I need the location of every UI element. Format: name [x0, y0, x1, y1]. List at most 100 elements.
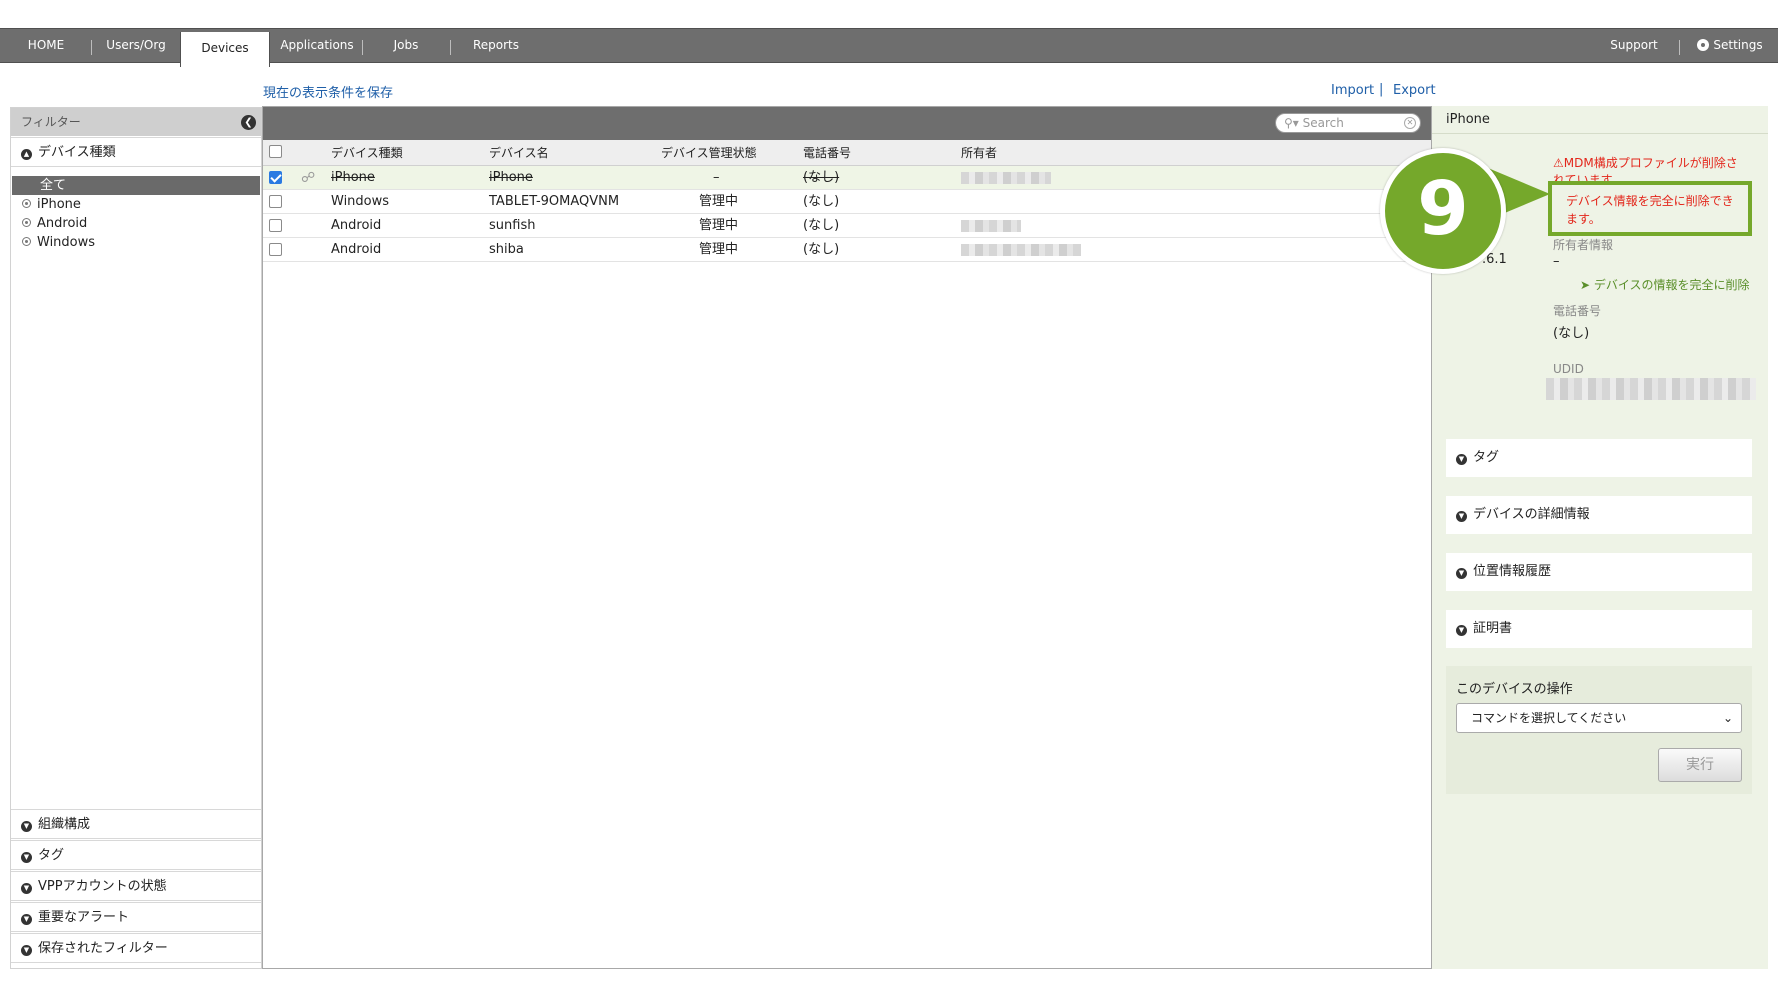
warning-icon: ⚠ [1553, 156, 1564, 170]
accordion-device-details[interactable]: ▼ デバイスの詳細情報 [1446, 496, 1752, 534]
filter-item-all[interactable]: 全て [12, 176, 260, 195]
chevron-down-icon: ▼ [21, 821, 32, 832]
step-badge: 9 [1380, 148, 1506, 274]
nav-jobs[interactable]: Jobs [378, 29, 434, 62]
column-management-status[interactable]: デバイス管理状態 [661, 140, 757, 166]
nav-home[interactable]: HOME [14, 29, 78, 62]
radio-icon [22, 218, 31, 227]
export-link[interactable]: Export [1393, 83, 1436, 98]
sidebar-section-saved-filters[interactable]: ▼ 保存されたフィルター [11, 933, 261, 963]
udid-label: UDID [1553, 362, 1584, 376]
table-row[interactable]: Windows TABLET-9OMAQVNM 管理中 (なし) [263, 190, 1431, 214]
cell-phone: (なし) [803, 194, 840, 209]
filter-item-windows[interactable]: Windows [12, 233, 260, 252]
owner-redacted [961, 220, 1021, 232]
collapse-sidebar-icon[interactable]: ❮ [241, 115, 256, 130]
sidebar-section-org[interactable]: ▼ 組織構成 [11, 809, 261, 839]
chevron-down-icon: ▼ [21, 852, 32, 863]
accordion-tag[interactable]: ▼ タグ [1446, 439, 1752, 477]
device-type-section-label: デバイス種類 [38, 145, 116, 160]
nav-settings-label: Settings [1713, 38, 1763, 52]
filter-item-iphone[interactable]: iPhone [12, 195, 260, 214]
table-toolbar: ⚲▾ Search ✕ [263, 107, 1431, 140]
table-row[interactable]: Android sunfish 管理中 (なし) [263, 214, 1431, 238]
chevron-down-icon: ▼ [1456, 454, 1467, 465]
chevron-down-icon: ▼ [1456, 625, 1467, 636]
cell-device-name: shiba [489, 242, 524, 257]
nav-reports[interactable]: Reports [466, 29, 526, 62]
sidebar-section-label: 重要なアラート [38, 910, 130, 925]
cell-device-name: TABLET-9OMAQVNM [489, 194, 620, 209]
row-checkbox[interactable] [269, 243, 282, 256]
command-select[interactable]: コマンドを選択してください ⌄ [1456, 703, 1742, 733]
cell-phone: (なし) [803, 170, 840, 185]
filter-title: フィルター [21, 115, 81, 129]
sidebar-section-alerts[interactable]: ▼ 重要なアラート [11, 902, 261, 932]
unlink-icon: ☍ [301, 170, 316, 186]
chevron-down-icon: ▼ [1456, 511, 1467, 522]
top-nav: HOME Users/Org Devices Applications Jobs… [0, 28, 1778, 67]
owner-redacted [961, 244, 1081, 256]
owner-label: 所有者情報 [1553, 238, 1614, 252]
sidebar-section-label: VPPアカウントの状態 [38, 879, 167, 894]
cell-device-type: Android [331, 218, 382, 233]
chevron-down-icon: ▼ [21, 914, 32, 925]
table-header: デバイス種類 デバイス名 デバイス管理状態 電話番号 所有者 [263, 140, 1431, 166]
chevron-up-icon: ▲ [21, 149, 32, 160]
accordion-location-history[interactable]: ▼ 位置情報履歴 [1446, 553, 1752, 591]
delete-device-link[interactable]: ➤ デバイスの情報を完全に削除 [1580, 276, 1750, 293]
highlight-box [1548, 181, 1752, 236]
cell-device-type: Windows [331, 194, 390, 209]
cell-device-name: sunfish [489, 218, 536, 233]
nav-devices[interactable]: Devices [180, 32, 270, 67]
owner-value: – [1553, 254, 1560, 269]
sidebar-section-tag[interactable]: ▼ タグ [11, 840, 261, 870]
search-placeholder: Search [1302, 116, 1344, 130]
accordion-certificates[interactable]: ▼ 証明書 [1446, 610, 1752, 648]
phone-label: 電話番号 [1553, 304, 1602, 318]
cell-status: 管理中 [699, 242, 739, 257]
chevron-down-icon: ▼ [1456, 568, 1467, 579]
select-all-checkbox[interactable] [269, 145, 282, 158]
row-checkbox[interactable] [269, 195, 282, 208]
cell-device-type: iPhone [331, 170, 375, 185]
import-link[interactable]: Import [1331, 83, 1374, 98]
search-input[interactable]: ⚲▾ Search ✕ [1275, 113, 1421, 133]
device-detail-title: iPhone [1432, 106, 1768, 134]
nav-separator [362, 40, 363, 55]
column-phone[interactable]: 電話番号 [803, 140, 851, 166]
execute-button[interactable]: 実行 [1658, 748, 1742, 782]
filter-item-android[interactable]: Android [12, 214, 260, 233]
sidebar-section-vpp[interactable]: ▼ VPPアカウントの状態 [11, 871, 261, 901]
nav-applications[interactable]: Applications [278, 29, 356, 62]
save-filter-link[interactable]: 現在の表示条件を保存 [263, 82, 393, 101]
column-device-type[interactable]: デバイス種類 [331, 140, 403, 166]
circle-arrow-icon: ➤ [1580, 278, 1591, 292]
row-checkbox[interactable] [269, 219, 282, 232]
device-type-section[interactable]: ▲ デバイス種類 [11, 137, 261, 167]
radio-icon [22, 199, 31, 208]
filter-item-label: Windows [37, 235, 96, 250]
clear-search-icon[interactable]: ✕ [1404, 117, 1416, 129]
device-operations: このデバイスの操作 コマンドを選択してください ⌄ 実行 [1446, 666, 1752, 794]
chevron-down-icon: ⌄ [1722, 711, 1733, 725]
table-row[interactable]: Android shiba 管理中 (なし) [263, 238, 1431, 262]
filter-item-label: Android [37, 216, 88, 231]
warning-line1: MDM構成プロファイルが削除さ [1563, 156, 1738, 170]
udid-redacted [1546, 378, 1756, 400]
nav-support[interactable]: Support [1604, 29, 1664, 62]
column-owner[interactable]: 所有者 [961, 140, 997, 166]
column-device-name[interactable]: デバイス名 [489, 140, 549, 166]
device-table-panel: ⚲▾ Search ✕ デバイス種類 デバイス名 デバイス管理状態 電話番号 所… [262, 106, 1432, 969]
accordion-label: デバイスの詳細情報 [1473, 507, 1590, 522]
nav-settings[interactable]: Settings [1690, 29, 1770, 62]
accordion-label: 証明書 [1473, 621, 1513, 636]
chevron-down-icon: ▼ [21, 945, 32, 956]
row-checkbox[interactable] [269, 171, 282, 184]
nav-users-org[interactable]: Users/Org [100, 29, 172, 62]
cell-phone: (なし) [803, 218, 840, 233]
table-row[interactable]: ☍ iPhone iPhone – (なし) [263, 166, 1431, 190]
radio-icon [22, 237, 31, 246]
nav-separator [450, 40, 451, 55]
cell-status: – [713, 170, 720, 185]
